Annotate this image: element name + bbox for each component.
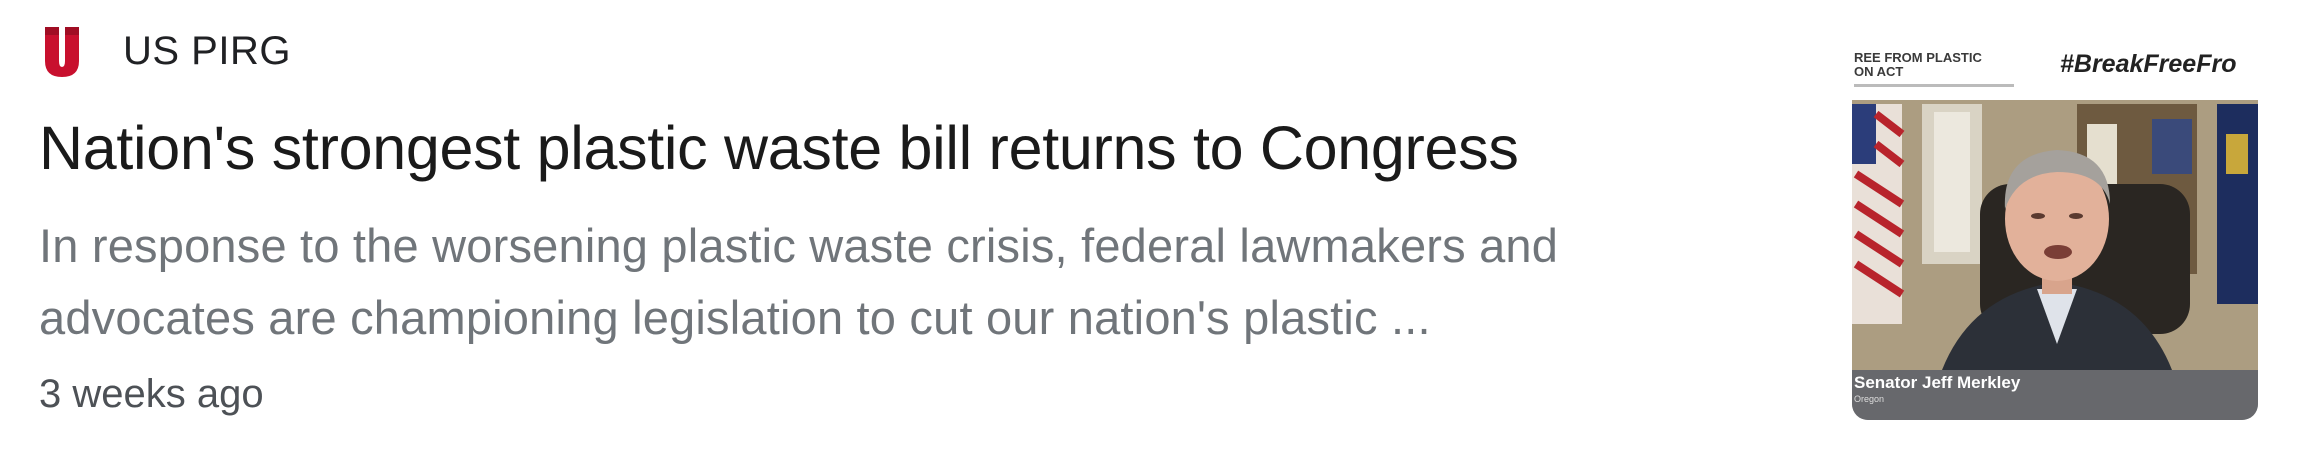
us-pirg-logo-icon: [39, 20, 85, 82]
headline-link[interactable]: Nation's strongest plastic waste bill re…: [39, 112, 1519, 184]
thumb-caption-sub: Oregon: [1854, 394, 1884, 404]
news-card[interactable]: US PIRG Nation's strongest plastic waste…: [0, 0, 2303, 468]
timestamp: 3 weeks ago: [39, 372, 264, 416]
source-name: US PIRG: [123, 28, 291, 73]
thumb-caption: Senator Jeff Merkley: [1854, 373, 2021, 392]
svg-text:ON ACT: ON ACT: [1854, 64, 1903, 79]
article-thumbnail[interactable]: REE FROM PLASTIC ON ACT #BreakFreeFro Se…: [1852, 44, 2258, 420]
thumb-banner-left: REE FROM PLASTIC: [1854, 50, 1982, 65]
thumb-banner-right: #BreakFreeFro: [2060, 50, 2236, 78]
source-row[interactable]: US PIRG: [39, 20, 291, 82]
article-snippet: In response to the worsening plastic was…: [39, 219, 1559, 344]
